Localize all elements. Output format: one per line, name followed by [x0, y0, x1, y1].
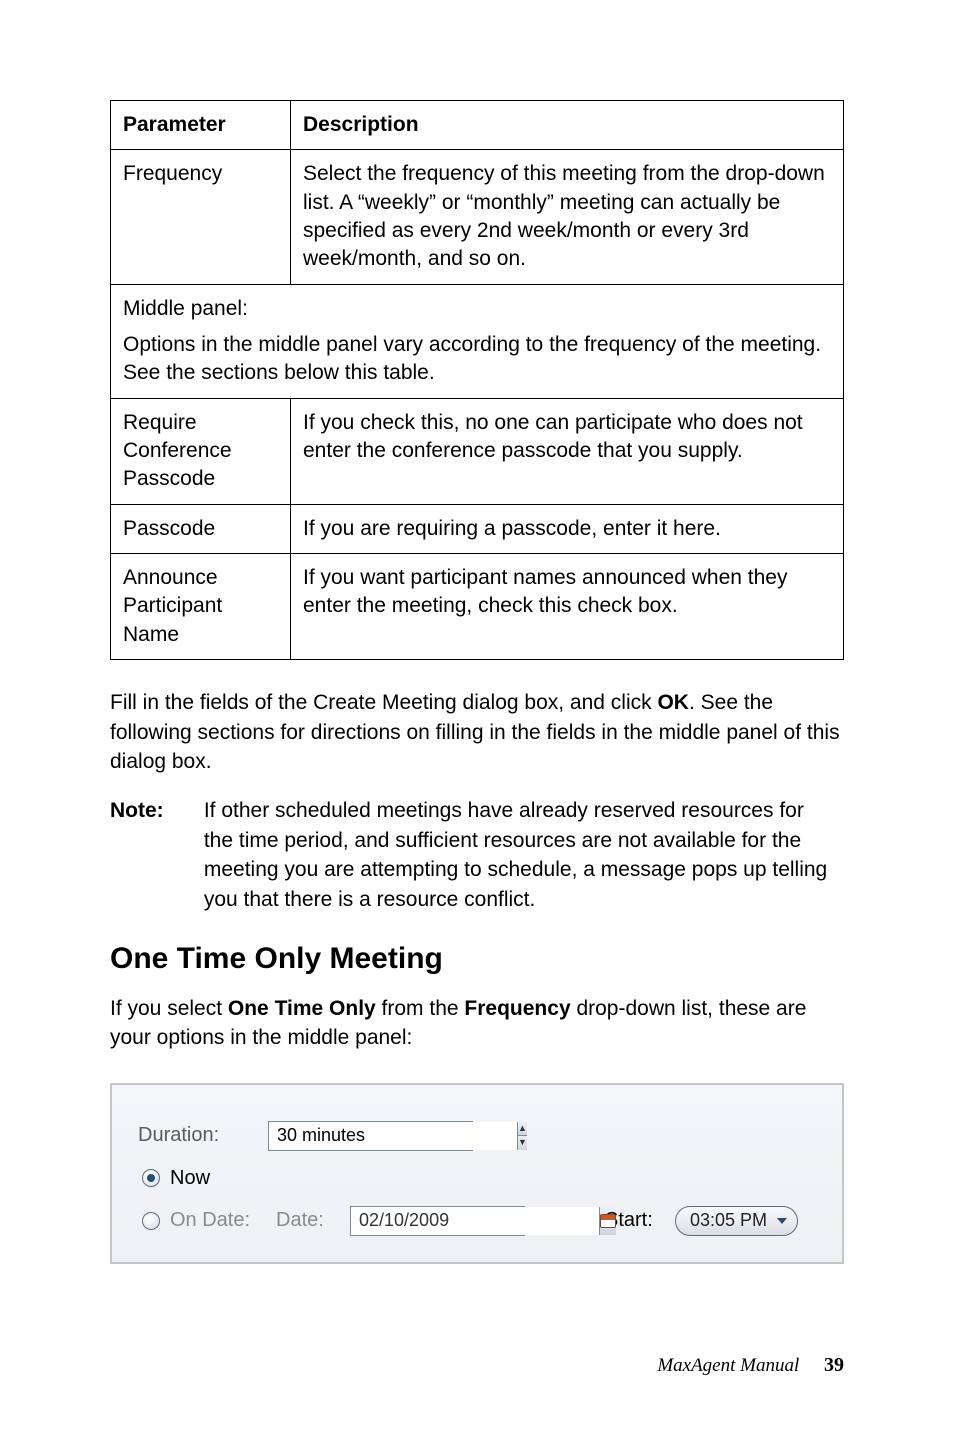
note-block: Note: If other scheduled meetings have a… — [110, 796, 844, 914]
spinner-buttons[interactable]: ▲ ▼ — [517, 1122, 527, 1150]
duration-label: Duration: — [138, 1124, 268, 1147]
date-input[interactable] — [351, 1207, 599, 1235]
radio-on-date-label: On Date: — [170, 1209, 272, 1232]
footer-page-number: 39 — [824, 1354, 844, 1376]
th-description: Description — [291, 101, 844, 150]
paragraph-fill-fields: Fill in the fields of the Create Meeting… — [110, 688, 844, 776]
table-row: Require Conference Passcode If you check… — [111, 398, 844, 504]
cell-middle-panel: Middle panel: Options in the middle pane… — [111, 284, 844, 398]
dialog-panel: Duration: ▲ ▼ Now On Date: Date: — [110, 1083, 844, 1264]
duration-spinner[interactable]: ▲ ▼ — [268, 1121, 473, 1151]
th-parameter: Parameter — [111, 101, 291, 150]
radio-now[interactable] — [142, 1169, 160, 1187]
note-body: If other scheduled meetings have already… — [204, 796, 838, 914]
date-field[interactable] — [350, 1206, 525, 1236]
cell-desc: Select the frequency of this meeting fro… — [291, 150, 844, 284]
date-sublabel: Date: — [276, 1209, 350, 1232]
table-row: Announce Participant Name If you want pa… — [111, 554, 844, 660]
chevron-down-icon — [777, 1218, 787, 1224]
middle-panel-title: Middle panel: — [123, 295, 831, 323]
spinner-down-icon[interactable]: ▼ — [518, 1135, 527, 1150]
cell-param: Passcode — [111, 504, 291, 553]
cell-desc: If you check this, no one can participat… — [291, 398, 844, 504]
spinner-up-icon[interactable]: ▲ — [518, 1122, 527, 1136]
cell-param: Require Conference Passcode — [111, 398, 291, 504]
radio-on-date[interactable] — [142, 1212, 160, 1230]
table-row-span: Middle panel: Options in the middle pane… — [111, 284, 844, 398]
start-time-value: 03:05 PM — [690, 1210, 767, 1231]
table-row: Frequency Select the frequency of this m… — [111, 150, 844, 284]
note-label: Note: — [110, 796, 198, 825]
parameter-table: Parameter Description Frequency Select t… — [110, 100, 844, 660]
cell-param: Announce Participant Name — [111, 554, 291, 660]
middle-panel-text: Options in the middle panel vary accordi… — [123, 331, 831, 388]
start-time-dropdown[interactable]: 03:05 PM — [675, 1206, 798, 1236]
table-row: Passcode If you are requiring a passcode… — [111, 504, 844, 553]
paragraph-one-time-only: If you select One Time Only from the Fre… — [110, 994, 844, 1053]
cell-desc: If you want participant names announced … — [291, 554, 844, 660]
cell-param: Frequency — [111, 150, 291, 284]
page-footer: MaxAgent Manual 39 — [0, 1324, 954, 1437]
radio-now-label: Now — [170, 1167, 210, 1190]
duration-input[interactable] — [269, 1122, 517, 1150]
footer-title: MaxAgent Manual — [657, 1355, 799, 1376]
cell-desc: If you are requiring a passcode, enter i… — [291, 504, 844, 553]
calendar-icon — [600, 1214, 616, 1228]
heading-one-time-only: One Time Only Meeting — [110, 942, 844, 976]
